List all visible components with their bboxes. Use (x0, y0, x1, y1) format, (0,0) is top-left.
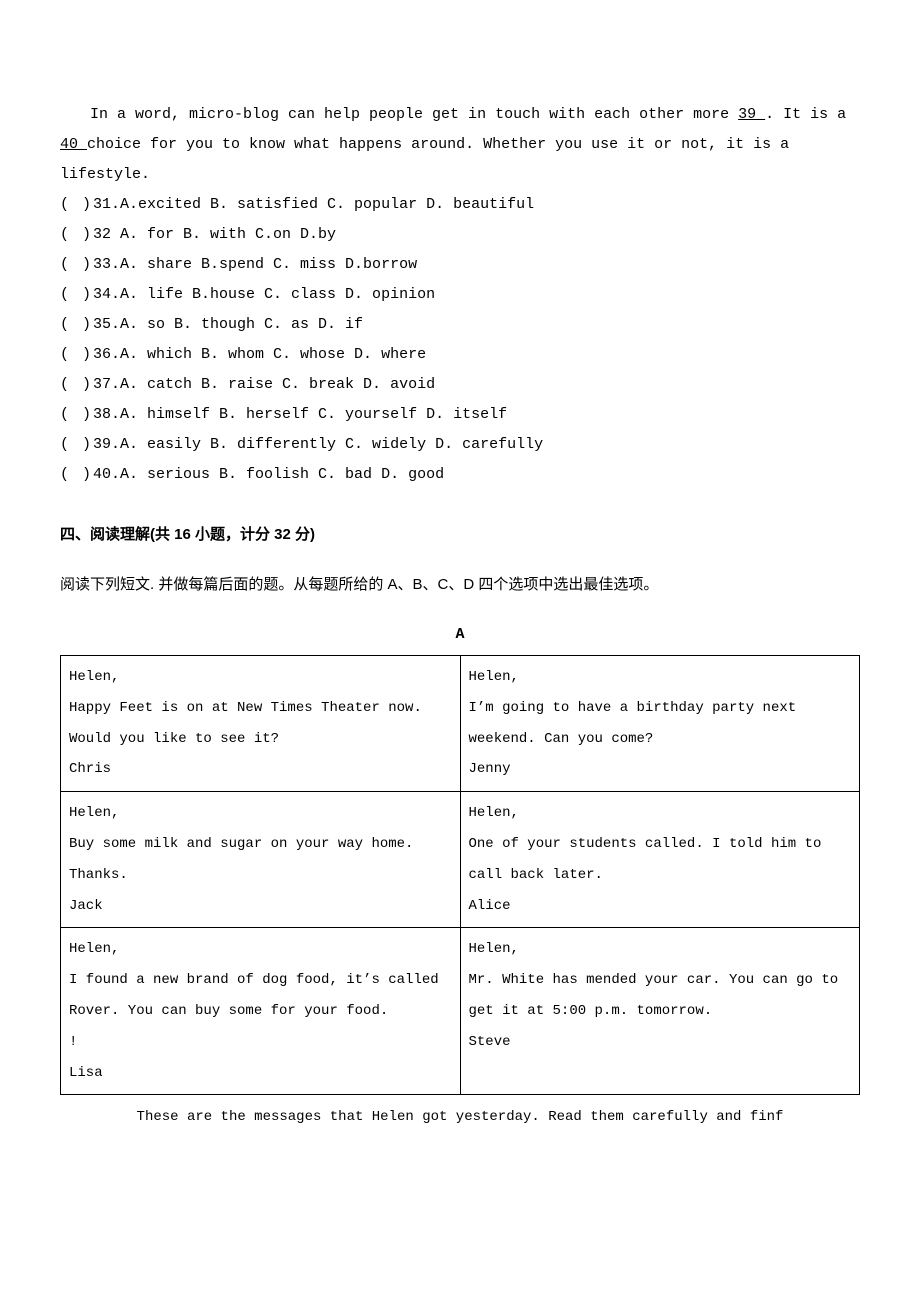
section-instruction: 阅读下列短文. 并做每篇后面的题。从每题所给的 A、B、C、D 四个选项中选出最… (60, 570, 860, 600)
option-34: ( )34.A. life B.house C. class D. opinio… (60, 280, 860, 310)
table-row: Helen,Happy Feet is on at New Times Thea… (61, 656, 860, 792)
option-38: ( )38.A. himself B. herself C. yourself … (60, 400, 860, 430)
passage-paragraph: In a word, micro-blog can help people ge… (60, 100, 860, 190)
footnote-text: These are the messages that Helen got ye… (60, 1103, 860, 1131)
section-title: 四、阅读理解(共 16 小题，计分 32 分) (60, 520, 860, 550)
option-39: ( )39.A. easily B. differently C. widely… (60, 430, 860, 460)
option-36: ( )36.A. which B. whom C. whose D. where (60, 340, 860, 370)
msg-cell-jack: Helen,Buy some milk and sugar on your wa… (61, 792, 461, 928)
table-letter: A (60, 620, 860, 650)
option-32: ( )32 A. for B. with C.on D.by (60, 220, 860, 250)
option-37: ( )37.A. catch B. raise C. break D. avoi… (60, 370, 860, 400)
msg-cell-chris: Helen,Happy Feet is on at New Times Thea… (61, 656, 461, 792)
msg-cell-jenny: Helen,I’m going to have a birthday party… (460, 656, 860, 792)
option-33: ( )33.A. share B.spend C. miss D.borrow (60, 250, 860, 280)
msg-cell-lisa: Helen,I found a new brand of dog food, i… (61, 928, 461, 1095)
table-row: Helen,Buy some milk and sugar on your wa… (61, 792, 860, 928)
msg-cell-steve: Helen,Mr. White has mended your car. You… (460, 928, 860, 1095)
messages-table: Helen,Happy Feet is on at New Times Thea… (60, 655, 860, 1095)
options-block: ( )31.A.excited B. satisfied C. popular … (60, 190, 860, 490)
option-31: ( )31.A.excited B. satisfied C. popular … (60, 190, 860, 220)
option-35: ( )35.A. so B. though C. as D. if (60, 310, 860, 340)
msg-cell-alice: Helen,One of your students called. I tol… (460, 792, 860, 928)
table-row: Helen,I found a new brand of dog food, i… (61, 928, 860, 1095)
option-40: ( )40.A. serious B. foolish C. bad D. go… (60, 460, 860, 490)
